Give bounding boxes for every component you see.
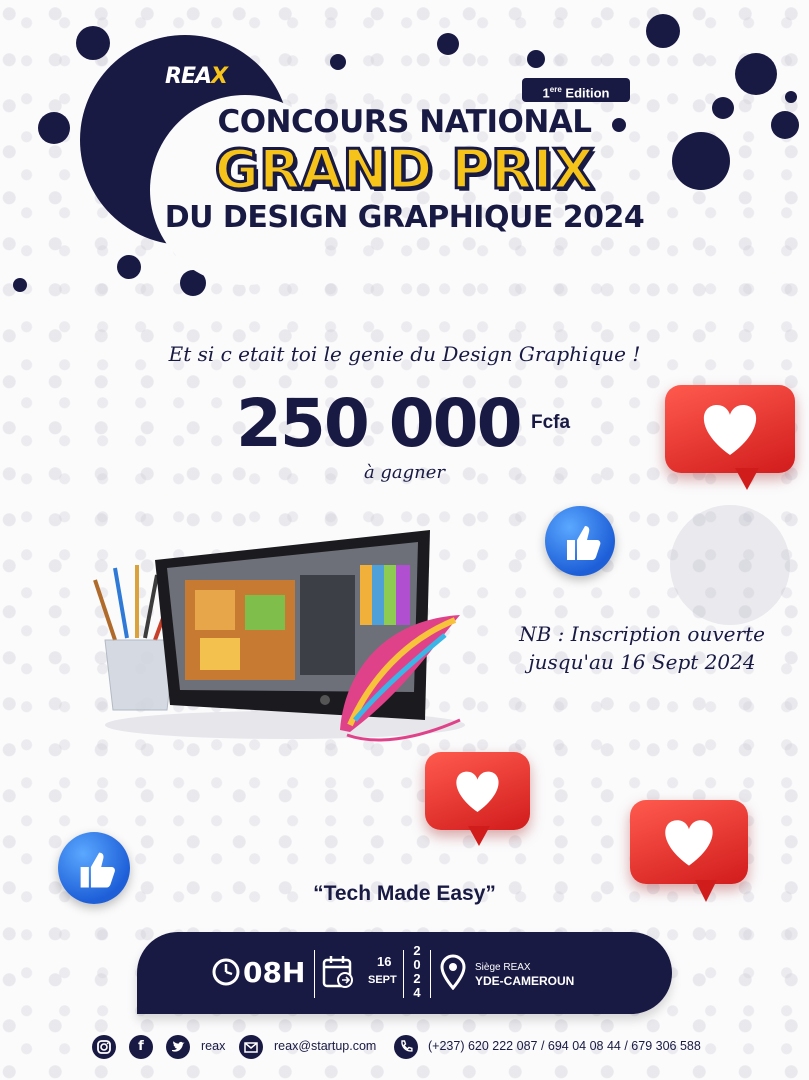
decor-dot (330, 54, 346, 70)
title-concours-national: CONCOURS NATIONAL (217, 104, 592, 140)
heart-icon (630, 800, 748, 884)
mail-icon[interactable] (239, 1035, 263, 1059)
decor-dot (13, 278, 27, 292)
instagram-icon[interactable] (92, 1035, 116, 1059)
heart-icon (665, 385, 795, 473)
event-year: 2 0 2 4 (413, 943, 421, 1000)
decor-dot (527, 50, 545, 68)
decor-dot (117, 255, 141, 279)
divider (403, 950, 404, 998)
heart-bubble-tail (735, 468, 759, 490)
registration-note: NB : Inscription ouverte jusqu'au 16 Sep… (512, 620, 772, 676)
contact-phone[interactable]: (+237) 620 222 087 / 694 04 08 44 / 679 … (428, 1039, 701, 1053)
design-tablet-illustration (93, 530, 465, 742)
decor-dot (646, 14, 680, 48)
calendar-icon (322, 956, 353, 988)
title-grand-prix: GRAND PRIX (213, 137, 595, 203)
tagline: Et si c etait toi le genie du Design Gra… (168, 342, 641, 366)
event-time: 08H (243, 956, 306, 989)
decor-dot (785, 91, 797, 103)
phone-icon[interactable] (394, 1035, 418, 1059)
poster: REAX 1ere Edition CONCOURS NATIONAL GRAN… (0, 0, 809, 1080)
thumbs-up-icon (545, 506, 615, 576)
event-info-bar: 08H 16 SEPT 2 0 2 4 Siège REAX YDE-CAMER… (137, 932, 672, 1014)
reax-logo: REAX (165, 64, 228, 89)
prize-amount: 250 000 (236, 385, 523, 462)
prize-currency: Fcfa (531, 412, 571, 433)
divider (430, 950, 431, 998)
registration-note-line2: jusqu'au 16 Sept 2024 (528, 650, 756, 674)
decor-dot (437, 33, 459, 55)
heart-icon (425, 752, 530, 830)
social-handle[interactable]: reax (201, 1039, 225, 1053)
faded-brand-circle (670, 505, 790, 625)
event-month: SEPT (368, 974, 397, 986)
venue-city: YDE-CAMEROUN (475, 974, 575, 988)
venue-name: Siège REAX (475, 962, 531, 973)
contact-email[interactable]: reax@startup.com (274, 1039, 376, 1053)
title-design-graphique: DU DESIGN GRAPHIQUE 2024 (164, 200, 645, 235)
decor-dot (735, 53, 777, 95)
decor-dot (76, 26, 110, 60)
clock-icon (212, 958, 240, 986)
twitter-icon[interactable] (166, 1035, 190, 1059)
heart-bubble-tail (468, 826, 490, 846)
edition-badge: 1ere Edition (522, 78, 630, 102)
facebook-icon[interactable]: f (129, 1035, 153, 1059)
location-pin-icon (440, 954, 466, 990)
motto: “Tech Made Easy” (313, 882, 496, 905)
divider (314, 950, 315, 998)
event-day: 16 (377, 954, 392, 969)
contact-footer: f reax reax@startup.com (+237) 620 222 0… (0, 1030, 809, 1064)
